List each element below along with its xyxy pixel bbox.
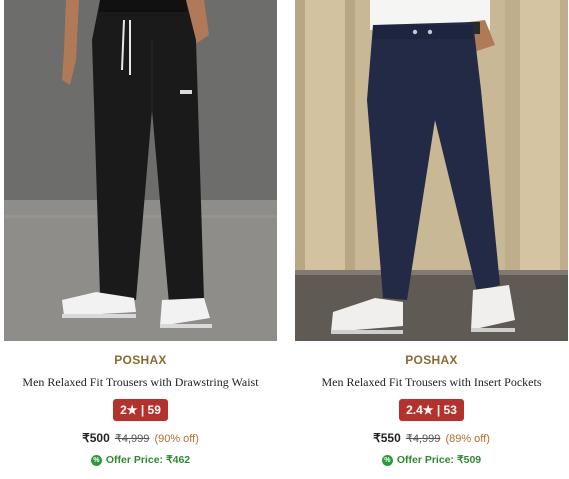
product-grid: POSHAX Men Relaxed Fit Trousers with Dra… <box>0 0 569 479</box>
discount-tag-icon: % <box>90 454 102 466</box>
offer-price-row: % Offer Price: ₹509 <box>295 454 568 466</box>
product-title[interactable]: Men Relaxed Fit Trousers with Insert Poc… <box>295 375 568 390</box>
offer-price-row: % Offer Price: ₹462 <box>4 454 277 466</box>
offer-price: Offer Price: ₹509 <box>396 454 482 466</box>
discount-percent: (89% off) <box>445 433 490 445</box>
rating-badge: 2.4★ | 53 <box>399 399 464 421</box>
product-card[interactable]: POSHAX Men Relaxed Fit Trousers with Ins… <box>295 0 568 466</box>
rating-container: 2.4★ | 53 <box>295 399 568 421</box>
rating-container: 2★ | 59 <box>4 399 277 421</box>
original-price: ₹4,999 <box>405 433 441 445</box>
product-image[interactable] <box>4 0 277 341</box>
current-price: ₹500 <box>82 431 110 445</box>
discount-percent: (90% off) <box>154 433 199 445</box>
product-card[interactable]: POSHAX Men Relaxed Fit Trousers with Dra… <box>4 0 277 466</box>
price-row: ₹550 ₹4,999 (89% off) <box>295 431 568 445</box>
offer-price: Offer Price: ₹462 <box>105 454 191 466</box>
rating-badge: 2★ | 59 <box>113 399 168 421</box>
price-row: ₹500 ₹4,999 (90% off) <box>4 431 277 445</box>
discount-tag-icon: % <box>381 454 393 466</box>
original-price: ₹4,999 <box>114 433 150 445</box>
current-price: ₹550 <box>373 431 401 445</box>
brand-name[interactable]: POSHAX <box>4 353 277 367</box>
brand-name[interactable]: POSHAX <box>295 353 568 367</box>
product-image[interactable] <box>295 0 568 341</box>
product-title[interactable]: Men Relaxed Fit Trousers with Drawstring… <box>4 375 277 390</box>
